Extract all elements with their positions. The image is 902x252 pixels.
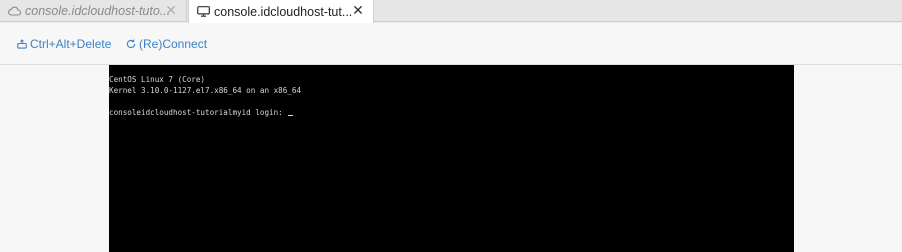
- close-icon[interactable]: ✕: [164, 3, 178, 17]
- login-prompt: consoleidcloudhost-tutorialmyid login:: [109, 108, 288, 117]
- console-toolbar: Ctrl+Alt+Delete (Re)Connect: [0, 23, 902, 65]
- keyboard-icon: [16, 39, 27, 50]
- console-area: CentOS Linux 7 (Core) Kernel 3.10.0-1127…: [0, 65, 902, 252]
- tab-label: console.idcloudhost-tut...: [214, 4, 353, 19]
- refresh-icon: [125, 39, 136, 50]
- tab-label: console.idcloudhost-tuto...: [25, 4, 171, 18]
- terminal-line: CentOS Linux 7 (Core): [109, 75, 206, 84]
- terminal-line: Kernel 3.10.0-1127.el7.x86_64 on an x86_…: [109, 86, 302, 95]
- terminal-login-line: consoleidcloudhost-tutorialmyid login:: [109, 107, 794, 118]
- ctrl-alt-delete-button[interactable]: Ctrl+Alt+Delete: [16, 36, 111, 52]
- monitor-icon: [196, 6, 210, 18]
- ctrl-alt-delete-label: Ctrl+Alt+Delete: [30, 37, 112, 51]
- reconnect-label: (Re)Connect: [139, 37, 208, 51]
- tab-console-inactive[interactable]: console.idcloudhost-tuto... ✕: [0, 0, 187, 22]
- close-icon[interactable]: ✕: [351, 3, 365, 17]
- reconnect-button[interactable]: (Re)Connect: [125, 36, 207, 52]
- vnc-terminal-screen[interactable]: CentOS Linux 7 (Core) Kernel 3.10.0-1127…: [109, 65, 794, 252]
- terminal-cursor: [288, 115, 294, 116]
- cloud-icon: [7, 5, 21, 17]
- tab-console-active[interactable]: console.idcloudhost-tut... ✕: [188, 0, 374, 23]
- tab-bar: console.idcloudhost-tuto... ✕ console.id…: [0, 0, 902, 23]
